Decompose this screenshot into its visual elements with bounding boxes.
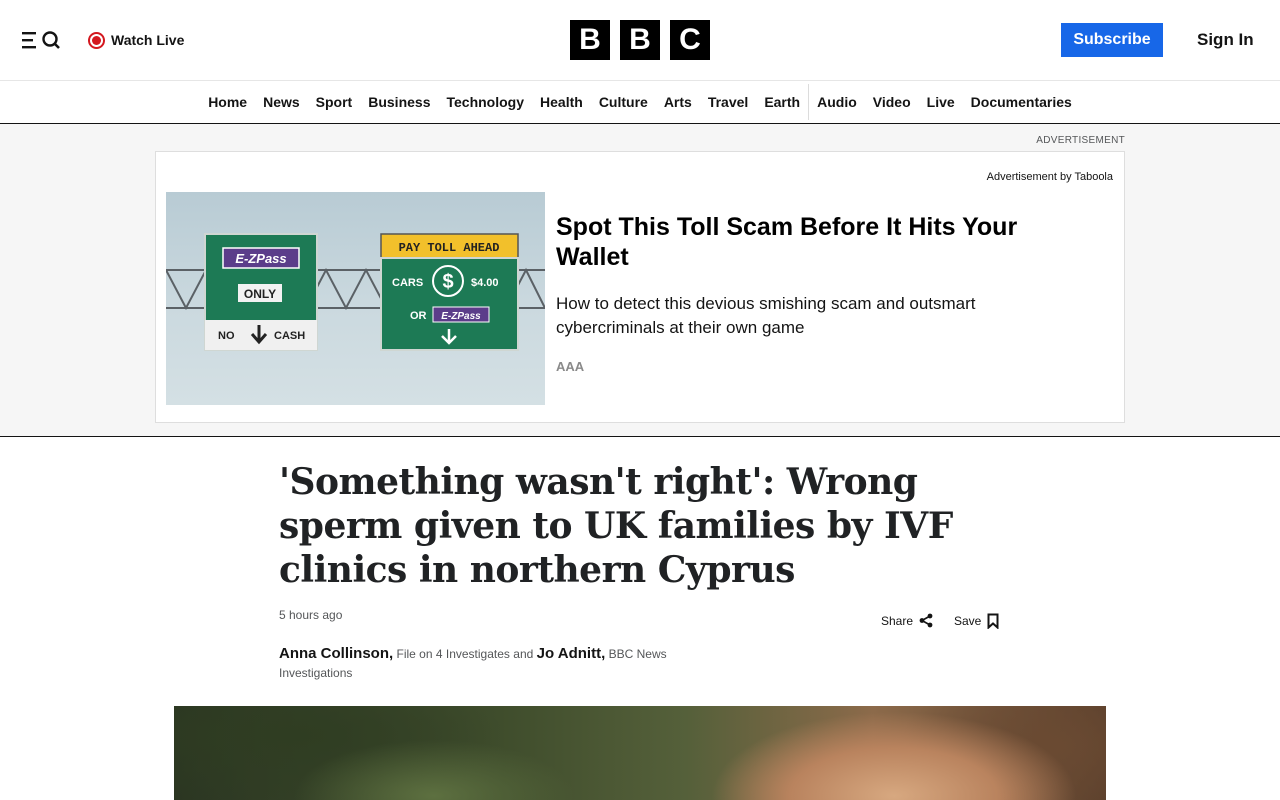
author-name[interactable]: Jo Adnitt,	[537, 645, 606, 662]
main-nav: Home News Sport Business Technology Heal…	[0, 80, 1280, 124]
sign2-header-text: PAY TOLL AHEAD	[399, 241, 500, 255]
nav-item-live[interactable]: Live	[919, 81, 963, 123]
nav-item-travel[interactable]: Travel	[700, 81, 756, 123]
sign1-ezpass-text: E-ZPass	[235, 251, 286, 266]
nav-item-health[interactable]: Health	[532, 81, 591, 123]
ad-image-toll-signs[interactable]: E-ZPass ONLY NO CASH PAY TOLL AHEAD CARS…	[166, 192, 545, 405]
advertisement-region: ADVERTISEMENT Advertisement by Taboola E…	[0, 124, 1280, 437]
menu-search-button[interactable]	[22, 28, 62, 52]
nav-item-news[interactable]: News	[255, 81, 308, 123]
author-role: File on 4 Investigates	[396, 647, 510, 661]
ad-source: AAA	[556, 359, 585, 374]
share-button[interactable]: Share	[881, 613, 933, 628]
bbc-logo[interactable]: B B C	[570, 20, 710, 60]
site-header: Watch Live B B C Subscribe Sign In	[0, 0, 1280, 80]
sign-in-button[interactable]: Sign In	[1197, 30, 1254, 50]
sign2-cars-text: CARS	[392, 277, 423, 289]
live-dot-icon	[88, 31, 105, 49]
article-timestamp: 5 hours ago	[279, 608, 343, 622]
sign2-price-text: $4.00	[471, 277, 499, 289]
logo-block-b2: B	[620, 20, 660, 60]
nav-item-video[interactable]: Video	[865, 81, 919, 123]
logo-block-c: C	[670, 20, 710, 60]
share-label: Share	[881, 613, 914, 628]
article-byline: Anna Collinson, File on 4 Investigates a…	[279, 644, 709, 683]
nav-item-business[interactable]: Business	[360, 81, 438, 123]
ad-headline[interactable]: Spot This Toll Scam Before It Hits Your …	[556, 212, 1076, 272]
menu-search-icon	[22, 31, 60, 49]
article-hero-image	[174, 706, 1106, 800]
article-headline: 'Something wasn't right': Wrong sperm gi…	[279, 461, 953, 591]
subscribe-button[interactable]: Subscribe	[1061, 23, 1163, 57]
nav-item-arts[interactable]: Arts	[656, 81, 700, 123]
sign1-only-text: ONLY	[244, 287, 276, 301]
sign1-cash-text: CASH	[274, 330, 305, 342]
save-button[interactable]: Save	[954, 613, 999, 629]
nav-item-sport[interactable]: Sport	[308, 81, 361, 123]
nav-item-audio[interactable]: Audio	[809, 81, 865, 123]
author-name[interactable]: Anna Collinson,	[279, 645, 393, 662]
watch-live-link[interactable]: Watch Live	[88, 30, 184, 50]
nav-item-technology[interactable]: Technology	[438, 81, 532, 123]
ad-description: How to detect this devious smishing scam…	[556, 294, 976, 337]
share-icon	[919, 613, 933, 628]
svg-text:$: $	[442, 271, 453, 293]
taboola-link[interactable]: Advertisement by Taboola	[987, 171, 1113, 183]
nav-item-culture[interactable]: Culture	[591, 81, 656, 123]
byline-and: and	[513, 647, 534, 661]
watch-live-label: Watch Live	[111, 32, 185, 48]
toll-signs-illustration: E-ZPass ONLY NO CASH PAY TOLL AHEAD CARS…	[166, 233, 545, 351]
logo-block-b1: B	[570, 20, 610, 60]
nav-list: Home News Sport Business Technology Heal…	[200, 81, 1080, 123]
nav-item-earth[interactable]: Earth	[756, 81, 808, 123]
ad-card[interactable]: Advertisement by Taboola E-ZPass ONLY NO	[155, 151, 1125, 423]
sign2-or-text: OR	[410, 310, 427, 322]
nav-item-documentaries[interactable]: Documentaries	[963, 81, 1080, 123]
save-label: Save	[954, 614, 982, 628]
advertisement-label: ADVERTISEMENT	[1036, 135, 1125, 146]
sign2-ezpass-text: E-ZPass	[441, 311, 481, 322]
sign1-no-text: NO	[218, 330, 235, 342]
bookmark-icon	[987, 613, 999, 629]
nav-item-home[interactable]: Home	[200, 81, 255, 123]
